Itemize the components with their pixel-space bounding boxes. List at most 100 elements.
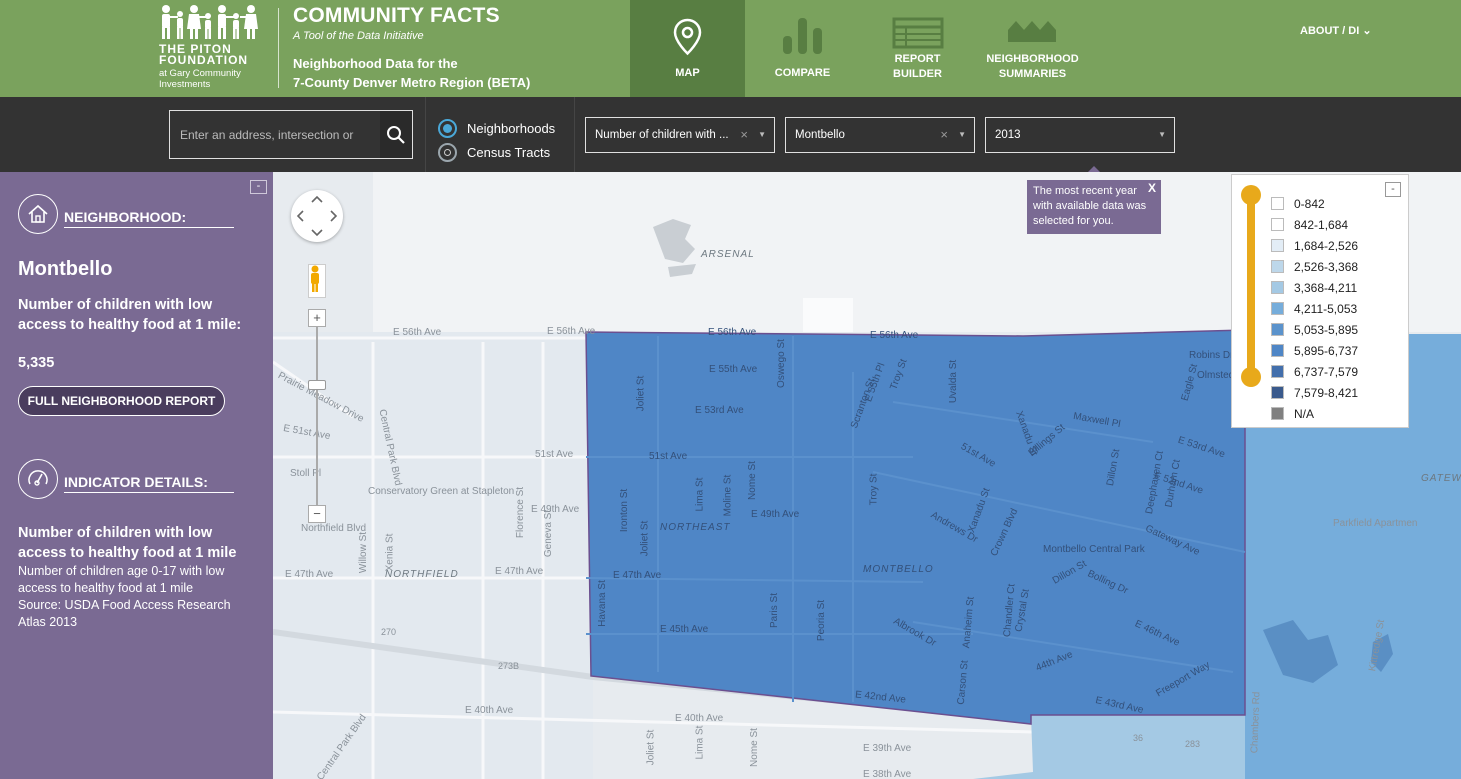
legend-swatch — [1271, 239, 1284, 252]
zoom-in-button[interactable]: + — [308, 309, 326, 327]
toolbar: Neighborhoods Census Tracts Number of ch… — [0, 97, 1461, 174]
legend-collapse-button[interactable]: - — [1385, 182, 1401, 197]
tab-report-builder-label-l1: REPORT — [894, 53, 941, 65]
legend-label: 0-842 — [1294, 196, 1325, 211]
search-button[interactable] — [380, 111, 412, 158]
close-icon[interactable]: X — [1148, 181, 1156, 196]
address-search-input[interactable] — [170, 111, 382, 158]
chevron-down-icon: ⌄ — [1362, 25, 1372, 37]
indicator-select[interactable]: Number of children with ... × ▼ — [585, 117, 775, 153]
app-description-line2: 7-County Denver Metro Region (BETA) — [293, 75, 531, 90]
tab-neighborhood-summaries[interactable]: NEIGHBORHOOD SUMMARIES — [975, 0, 1090, 97]
tab-map-label: MAP — [675, 67, 700, 79]
map-label-street: Northfield Blvd — [301, 523, 367, 534]
houses-icon — [1008, 21, 1056, 42]
gauge-icon — [18, 459, 58, 499]
piton-logo[interactable]: THE PITON FOUNDATION at Gary Community I… — [156, 4, 280, 92]
legend-row: 7,579-8,421 — [1271, 382, 1358, 403]
map-label-street: Havana St — [596, 580, 608, 627]
map-label-street: E 45th Ave — [660, 624, 709, 635]
map-pan-control[interactable] — [291, 190, 343, 242]
legend-items: 0-842 842-1,684 1,684-2,526 2,526-3,368 3,36… — [1271, 193, 1358, 424]
map-label-street: Joliet St — [635, 375, 647, 412]
map-label-street: Chambers Rd — [1249, 691, 1263, 754]
family-figures-icon — [162, 5, 258, 39]
indicator-section-header: INDICATOR DETAILS: — [18, 459, 234, 499]
app-description-line1: Neighborhood Data for the — [293, 56, 458, 71]
legend-label: 3,368-4,211 — [1294, 280, 1358, 295]
tab-report-builder-label-l2: BUILDER — [893, 68, 942, 80]
tab-map[interactable]: MAP — [630, 0, 745, 97]
legend-row: 4,211-5,053 — [1271, 298, 1358, 319]
neighborhood-indicator-label: Number of children with low access to he… — [18, 297, 242, 333]
map-label-northfield: NORTHFIELD — [385, 569, 459, 580]
map-area-parcel — [803, 298, 853, 332]
year-tooltip-text: The most recent year with available data… — [1033, 185, 1147, 227]
map-label-street: E 39th Ave — [863, 743, 912, 754]
zoom-slider-track[interactable] — [316, 327, 318, 505]
about-menu[interactable]: ABOUT / DI ⌄ — [1300, 24, 1372, 37]
legend-swatch — [1271, 302, 1284, 315]
map-label-street: Lima St — [694, 725, 706, 760]
legend-row: 6,737-7,579 — [1271, 361, 1358, 382]
bar-chart-icon — [783, 18, 822, 54]
map-label-street: E 47th Ave — [285, 569, 334, 580]
map-label-street: E 40th Ave — [675, 713, 724, 724]
map-label-street: E 55th Ave — [709, 364, 758, 375]
caret-down-icon: ▼ — [1158, 130, 1166, 139]
map-label-street: E 49th Ave — [531, 504, 580, 515]
street-view-pegman-icon[interactable] — [308, 264, 326, 298]
legend-range-slider[interactable] — [1247, 193, 1255, 379]
map-label-street: E 56th Ave — [708, 327, 757, 338]
legend-label: 1,684-2,526 — [1294, 238, 1359, 253]
radio-census-tracts[interactable]: Census Tracts — [438, 142, 550, 162]
map-label-street: Joliet St — [645, 729, 657, 766]
app-description: Neighborhood Data for the 7-County Denve… — [293, 54, 593, 92]
map-label-street: E 38th Ave — [863, 769, 912, 779]
pan-arrows-icon — [296, 195, 338, 237]
year-select[interactable]: 2013 ▼ — [985, 117, 1175, 153]
zoom-out-button[interactable]: − — [308, 505, 326, 523]
full-neighborhood-report-button[interactable]: FULL NEIGHBORHOOD REPORT — [18, 386, 225, 416]
legend-row: N/A — [1271, 403, 1358, 424]
map-label-street: E 53rd Ave — [695, 405, 744, 416]
toolbar-divider — [574, 97, 575, 172]
legend-slider-handle-max[interactable] — [1241, 367, 1261, 387]
app-tagline: A Tool of the Data Initiative — [293, 30, 424, 42]
legend-swatch — [1271, 407, 1284, 420]
map-label-street: E 56th Ave — [547, 326, 596, 337]
caret-down-icon: ▼ — [958, 130, 966, 139]
sidebar-collapse-button[interactable]: - — [250, 180, 267, 194]
map-label-street: Nome St — [746, 461, 758, 500]
legend-row: 5,053-5,895 — [1271, 319, 1358, 340]
neighborhood-select[interactable]: Montbello × ▼ — [785, 117, 975, 153]
map-label-street: Geneva St — [543, 509, 555, 558]
neighborhood-select-value: Montbello — [795, 129, 845, 141]
map-label-street: Lima St — [694, 477, 706, 512]
map-label-gateway: GATEWA — [1421, 473, 1461, 484]
map[interactable]: ARSENAL NORTHEAST MONTBELLO NORTHFIELD G… — [273, 172, 1461, 779]
map-legend: 0-842 842-1,684 1,684-2,526 2,526-3,368 3,36… — [1231, 174, 1409, 428]
toolbar-divider — [425, 97, 426, 172]
map-label-street: Troy St — [868, 473, 880, 506]
tab-compare[interactable]: COMPARE — [745, 0, 860, 97]
tab-summaries-label-l1: NEIGHBORHOOD — [986, 53, 1079, 65]
map-label-street: Nome St — [748, 728, 760, 767]
map-label-street: Oswego St — [775, 339, 787, 388]
tab-compare-label: COMPARE — [774, 67, 831, 79]
tab-report-builder[interactable]: REPORT BUILDER — [860, 0, 975, 97]
zoom-slider-handle[interactable] — [308, 380, 326, 390]
neighborhood-heading: NEIGHBORHOOD: — [64, 209, 234, 228]
map-label-street: E 47th Ave — [495, 566, 544, 577]
indicator-select-value: Number of children with ... — [595, 129, 729, 141]
indicator-details-description: Number of children age 0-17 with low acc… — [18, 564, 225, 595]
legend-slider-handle-min[interactable] — [1241, 185, 1261, 205]
search-icon — [387, 125, 405, 144]
highway-shield: 270 — [381, 627, 397, 637]
clear-indicator-icon[interactable]: × — [740, 118, 748, 152]
clear-neighborhood-icon[interactable]: × — [940, 118, 948, 152]
legend-label: 6,737-7,579 — [1294, 364, 1359, 379]
radio-neighborhoods[interactable]: Neighborhoods — [438, 118, 555, 138]
legend-row: 1,684-2,526 — [1271, 235, 1358, 256]
legend-swatch — [1271, 218, 1284, 231]
